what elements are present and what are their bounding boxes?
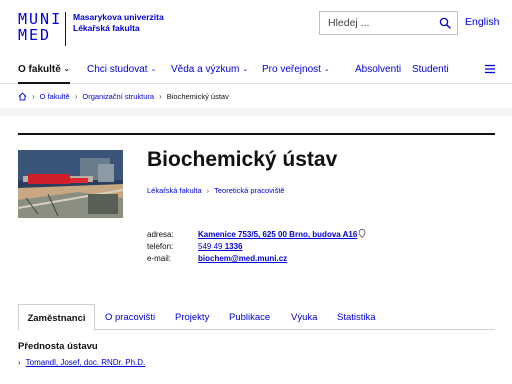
chevron-right-icon: › (32, 92, 35, 101)
address-label: adresa: (147, 230, 174, 239)
breadcrumb: › O fakultě › Organizační struktura › Bi… (18, 92, 229, 101)
chevron-down-icon: ⌄ (323, 66, 330, 73)
chevron-right-icon: › (159, 92, 162, 101)
menu-icon[interactable] (484, 63, 496, 75)
breadcrumb-current: Biochemický ústav (166, 92, 229, 101)
section-band (0, 108, 512, 116)
email-label: e-mail: (147, 254, 172, 263)
nav-item-o-fakulte[interactable]: O fakultě ⌄ (18, 64, 70, 75)
tab-vyuka[interactable]: Výuka (291, 304, 317, 330)
search-icon[interactable] (439, 17, 451, 29)
tab-bar: Zaměstnanci O pracovišti Projekty Publik… (18, 304, 495, 331)
chevron-right-icon: › (18, 358, 21, 367)
map-pin-icon[interactable] (358, 229, 366, 238)
heading-rule (18, 133, 495, 135)
nav-item-studenti[interactable]: Studenti (412, 64, 449, 75)
logo-divider (65, 12, 66, 46)
chevron-down-icon: ⌄ (150, 66, 157, 73)
faculty-name: Lékařská fakulta (73, 23, 140, 33)
contact-info: adresa: Kamenice 753/5, 625 00 Brno, bud… (147, 229, 366, 265)
department-parent-faculty[interactable]: Lékařská fakulta (147, 186, 202, 195)
chevron-right-icon: › (74, 92, 78, 101)
tab-zamestnanci[interactable]: Zaměstnanci (18, 304, 95, 331)
chevron-right-icon: › (206, 186, 210, 195)
nav-item-chci-studovat[interactable]: Chci studovat ⌄ (87, 64, 156, 75)
department-parent-group[interactable]: Teoretická pracoviště (214, 186, 284, 195)
nav-item-veda-a-vyzkum[interactable]: Věda a výzkum ⌄ (171, 64, 248, 75)
address-link[interactable]: Kamenice 753/5, 625 00 Brno, budova A16 (198, 229, 357, 241)
email-link[interactable]: biochem@med.muni.cz (198, 253, 287, 265)
nav-item-pro-verejnost[interactable]: Pro veřejnost ⌄ (262, 64, 330, 75)
active-nav-indicator (18, 82, 70, 84)
university-name: Masarykova univerzita (73, 12, 164, 22)
phone-link[interactable]: 549 49 1336 (198, 241, 243, 253)
section-title-head: Přednosta ústavu (18, 341, 98, 352)
tab-statistika[interactable]: Statistika (337, 304, 376, 330)
page-title: Biochemický ústav (147, 148, 338, 171)
phone-label: telefon: (147, 242, 174, 251)
tab-projekty[interactable]: Projekty (175, 304, 209, 330)
language-switch-link[interactable]: English (465, 16, 499, 28)
list-item: › Tomandl, Josef, doc. RNDr. Ph.D. (18, 358, 145, 367)
search-input[interactable] (320, 12, 430, 34)
logo[interactable]: MUNI MED Masarykova univerzita Lékařská … (18, 10, 164, 46)
breadcrumb-o-fakulte[interactable]: O fakultě (40, 92, 70, 101)
person-link[interactable]: Tomandl, Josef, doc. RNDr. Ph.D. (26, 358, 146, 367)
main-navigation: O fakultě ⌄ Chci studovat ⌄ Věda a výzkum ⌄… (0, 58, 512, 84)
chevron-down-icon: ⌄ (63, 66, 70, 73)
tab-publikace[interactable]: Publikace (229, 304, 270, 330)
tab-o-pracovisti[interactable]: O pracovišti (105, 304, 155, 330)
home-icon[interactable] (18, 92, 27, 101)
breadcrumb-organizacni-struktura[interactable]: Organizační struktura (82, 92, 154, 101)
search-box (319, 11, 458, 35)
email-row: e-mail: biochem@med.muni.cz (147, 253, 366, 265)
chevron-down-icon: ⌄ (242, 66, 249, 73)
address-row: adresa: Kamenice 753/5, 625 00 Brno, bud… (147, 229, 366, 241)
department-photo (18, 150, 123, 218)
logo-mark: MUNI MED (18, 10, 63, 44)
nav-item-absolventi[interactable]: Absolventi (355, 64, 401, 75)
phone-row: telefon: 549 49 1336 (147, 241, 366, 253)
logo-text: Masarykova univerzita Lékařská fakulta (73, 12, 164, 34)
department-breadcrumb: Lékařská fakulta › Teoretická pracoviště (147, 186, 285, 195)
